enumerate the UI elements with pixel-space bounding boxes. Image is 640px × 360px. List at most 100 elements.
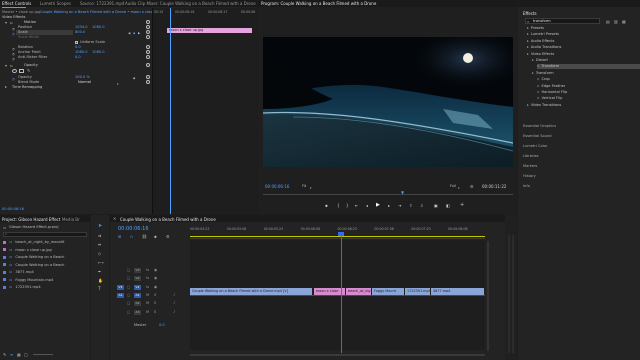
sync-lock-icon[interactable]: ⇆ <box>146 268 149 273</box>
add-marker-icon[interactable]: ⬥ <box>325 203 328 208</box>
selection-tool-icon[interactable]: ➤ <box>98 223 102 229</box>
tab-lumetri-scopes[interactable]: Lumetri Scopes <box>40 0 71 7</box>
vertical-scrollbar[interactable] <box>487 241 489 351</box>
close-icon[interactable]: × <box>113 216 116 221</box>
mini-clip-bar[interactable]: moon x close up.jpg <box>167 28 252 33</box>
add-marker-icon[interactable]: ⬥ <box>154 234 157 239</box>
slip-tool-icon[interactable]: ⟷ <box>98 260 104 265</box>
eye-icon[interactable]: ◉ <box>154 285 157 290</box>
next-keyframe-icon[interactable]: ▶ <box>138 31 140 35</box>
sync-lock-icon[interactable]: ⇆ <box>146 276 149 281</box>
accelerated-effects-icon[interactable]: ▥ <box>614 19 618 24</box>
tab-program[interactable]: Program: Couple Walking on a Beach Filme… <box>261 0 376 7</box>
stopwatch-icon[interactable]: ◔ <box>12 77 15 81</box>
type-tool-icon[interactable]: T <box>98 287 101 292</box>
track-target-label[interactable]: A1 <box>134 292 141 298</box>
blend-mode-dropdown[interactable]: Normal <box>78 80 91 85</box>
effects-tree-item[interactable]: ▸ Distort <box>532 58 640 63</box>
timeline-clip[interactable]: beach_at_nig <box>346 287 372 295</box>
settings-wrench-icon[interactable]: ⚙ <box>470 184 474 189</box>
lift-icon[interactable]: ⇪ <box>409 203 412 208</box>
icon-view-icon[interactable]: ▦ <box>17 352 21 357</box>
reset-icon[interactable] <box>146 80 150 84</box>
chevron-down-icon[interactable]: ▾ <box>458 186 460 190</box>
track-target-label[interactable]: V2 <box>134 276 141 282</box>
list-view-icon[interactable]: ≡ <box>10 352 13 357</box>
wrench-icon[interactable]: ⚙ <box>166 234 170 239</box>
track-target-label[interactable]: A2 <box>134 301 141 307</box>
track-select-tool-icon[interactable]: ⇉ <box>98 233 101 238</box>
effects-tree-item[interactable]: ▫ Horizontal Flip <box>537 90 640 95</box>
project-list-item[interactable]: ▭ Couple Walking on a Beach <box>3 263 87 268</box>
master-value[interactable]: 0.0 <box>159 323 165 328</box>
reset-icon[interactable] <box>146 63 150 67</box>
reset-icon[interactable] <box>146 35 150 39</box>
panel-section-header[interactable]: Essential Graphics <box>523 124 556 129</box>
tab-audio-clip-mixer[interactable]: Audio Clip Mixer: Couple Walking on a Be… <box>125 0 256 7</box>
effects-tree-item[interactable]: ▫ Crop <box>537 77 640 82</box>
project-list-item[interactable]: ▭ 3877.mp4 <box>3 270 87 275</box>
panel-section-header[interactable]: History <box>523 174 536 179</box>
reset-icon[interactable] <box>146 55 150 59</box>
microphone-icon[interactable]: ♪ <box>173 301 175 306</box>
position-y-value[interactable]: 1080.0 <box>92 25 105 30</box>
rectangle-mask-icon[interactable] <box>19 69 24 73</box>
tab-media-browser[interactable]: Media Br <box>62 216 80 223</box>
source-patch-button[interactable]: V1 <box>117 284 124 290</box>
effects-search-field[interactable]: ⌕ transform <box>525 18 600 24</box>
panel-section-header[interactable]: Markers <box>523 164 537 169</box>
step-back-icon[interactable]: ◂ <box>366 203 368 208</box>
track-header[interactable]: V1 ▢ V1 ⇆ ◉ <box>110 284 190 292</box>
timeline-clip[interactable]: 1722391.mp4 <box>405 287 431 295</box>
playhead-handle-icon[interactable] <box>338 232 344 236</box>
effects-tree-item[interactable]: ▸ Video Effects <box>527 52 640 57</box>
reset-icon[interactable] <box>146 20 150 24</box>
track-header[interactable]: A1 ▢ A1 M S ♪ <box>110 292 190 300</box>
opacity-heading[interactable]: Opacity <box>24 63 38 68</box>
panel-section-header[interactable]: Essential Sound <box>523 134 552 139</box>
project-list-item[interactable]: ▭ Foggy Mountain.mp4 <box>3 278 87 283</box>
reset-icon[interactable] <box>146 75 150 79</box>
chevron-down-icon[interactable]: ▾ <box>117 82 119 86</box>
pen-tool-icon[interactable]: ✒ <box>98 269 101 274</box>
mute-icon[interactable]: M <box>146 310 149 315</box>
timeline-playhead[interactable] <box>341 233 342 353</box>
pen-mask-icon[interactable]: ✎ <box>27 68 30 73</box>
reset-icon[interactable] <box>146 25 150 29</box>
stopwatch-icon[interactable]: ◔ <box>12 52 15 56</box>
go-to-in-icon[interactable]: ⇤ <box>355 203 358 208</box>
ec-bottom-timecode[interactable]: 00:00:06:16 <box>2 207 24 212</box>
pencil-icon[interactable]: ✎ <box>3 352 6 357</box>
ec-mini-timeline[interactable]: 00:15 00:00:06:16 00:00:06:17 00:00:06 m… <box>152 8 257 214</box>
prev-keyframe-icon[interactable]: ◀ <box>128 31 130 35</box>
track-header[interactable]: ▢ V3 ⇆ ◉ <box>110 268 190 275</box>
mute-icon[interactable]: M <box>146 293 149 298</box>
play-icon[interactable]: ▶ <box>376 202 380 208</box>
track-lock-icon[interactable]: ▢ <box>127 285 130 290</box>
effects-tree-item[interactable]: ▸ Audio Effects <box>527 39 640 44</box>
source-patch-button[interactable]: A1 <box>117 292 124 298</box>
reset-icon[interactable] <box>146 45 150 49</box>
snap-icon[interactable]: ∩ <box>130 234 133 239</box>
step-forward-icon[interactable]: ▸ <box>388 203 390 208</box>
project-list-item[interactable]: ▭ beach_at_night_by_moonlit <box>3 240 87 245</box>
timeline-timecode[interactable]: 00:00:06:16 <box>118 226 149 232</box>
hand-tool-icon[interactable]: ✋ <box>98 278 103 283</box>
project-list-item[interactable]: ▭ moon x close up.jpg <box>3 248 87 253</box>
stopwatch-icon[interactable]: ◔ <box>12 57 15 61</box>
scale-value[interactable]: 800.0 <box>75 30 85 35</box>
project-list-item[interactable]: ▭ Couple Walking on a Beach <box>3 255 87 260</box>
uniform-scale-checkbox[interactable] <box>75 41 78 44</box>
track-target-label[interactable]: V3 <box>134 268 141 273</box>
reset-icon[interactable] <box>146 50 150 54</box>
microphone-icon[interactable]: ♪ <box>173 293 175 298</box>
panel-section-header[interactable]: Lumetri Color <box>523 144 547 149</box>
stopwatch-icon[interactable]: ◔ <box>12 27 15 31</box>
track-header[interactable]: ▢ A3 M S ♪ <box>110 309 190 317</box>
track-lock-icon[interactable]: ▢ <box>127 268 130 273</box>
zoom-slider[interactable] <box>33 354 53 355</box>
track-target-label[interactable]: V1 <box>134 284 141 290</box>
project-search-field[interactable] <box>3 232 87 237</box>
mute-icon[interactable]: M <box>146 301 149 306</box>
reset-icon[interactable] <box>146 30 150 34</box>
